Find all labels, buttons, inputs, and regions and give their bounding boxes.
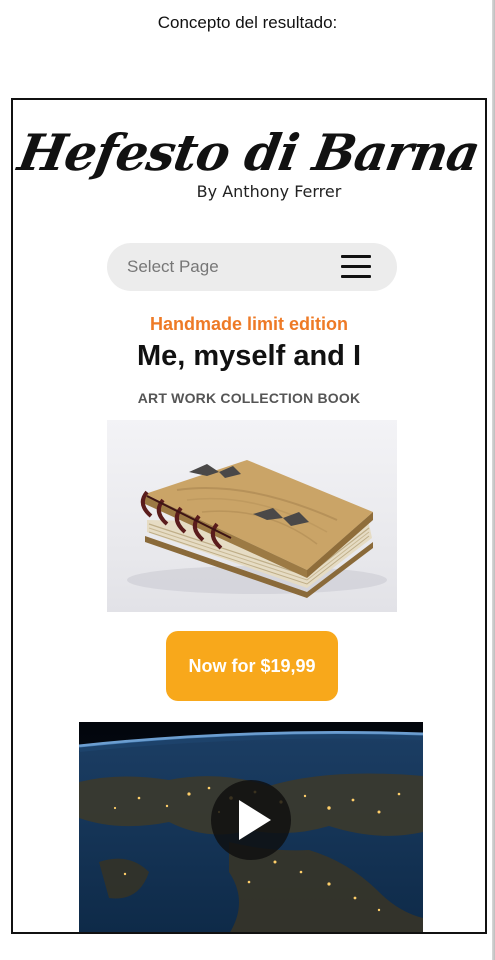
brand-name: Hefesto di Barna — [14, 123, 485, 182]
mobile-page-frame: Hefesto di Barna By Anthony Ferrer Selec… — [11, 98, 487, 934]
select-page-menu[interactable]: Select Page — [107, 243, 397, 291]
page-caption: Concepto del resultado: — [157, 13, 338, 32]
book-image — [107, 420, 397, 612]
play-icon[interactable] — [211, 780, 291, 860]
product-subtitle: ART WORK COLLECTION BOOK — [137, 390, 361, 406]
video-player[interactable] — [79, 722, 423, 932]
brand-byline: By Anthony Ferrer — [196, 182, 342, 201]
product-title: Me, myself and I — [136, 340, 361, 372]
hamburger-menu-icon[interactable] — [341, 255, 371, 279]
select-page-label: Select Page — [127, 257, 219, 276]
brand-logo[interactable]: Hefesto di Barna By Anthony Ferrer — [13, 123, 485, 201]
buy-now-button[interactable]: Now for $19,99 — [166, 631, 338, 701]
tagline: Handmade limit edition — [149, 314, 349, 334]
